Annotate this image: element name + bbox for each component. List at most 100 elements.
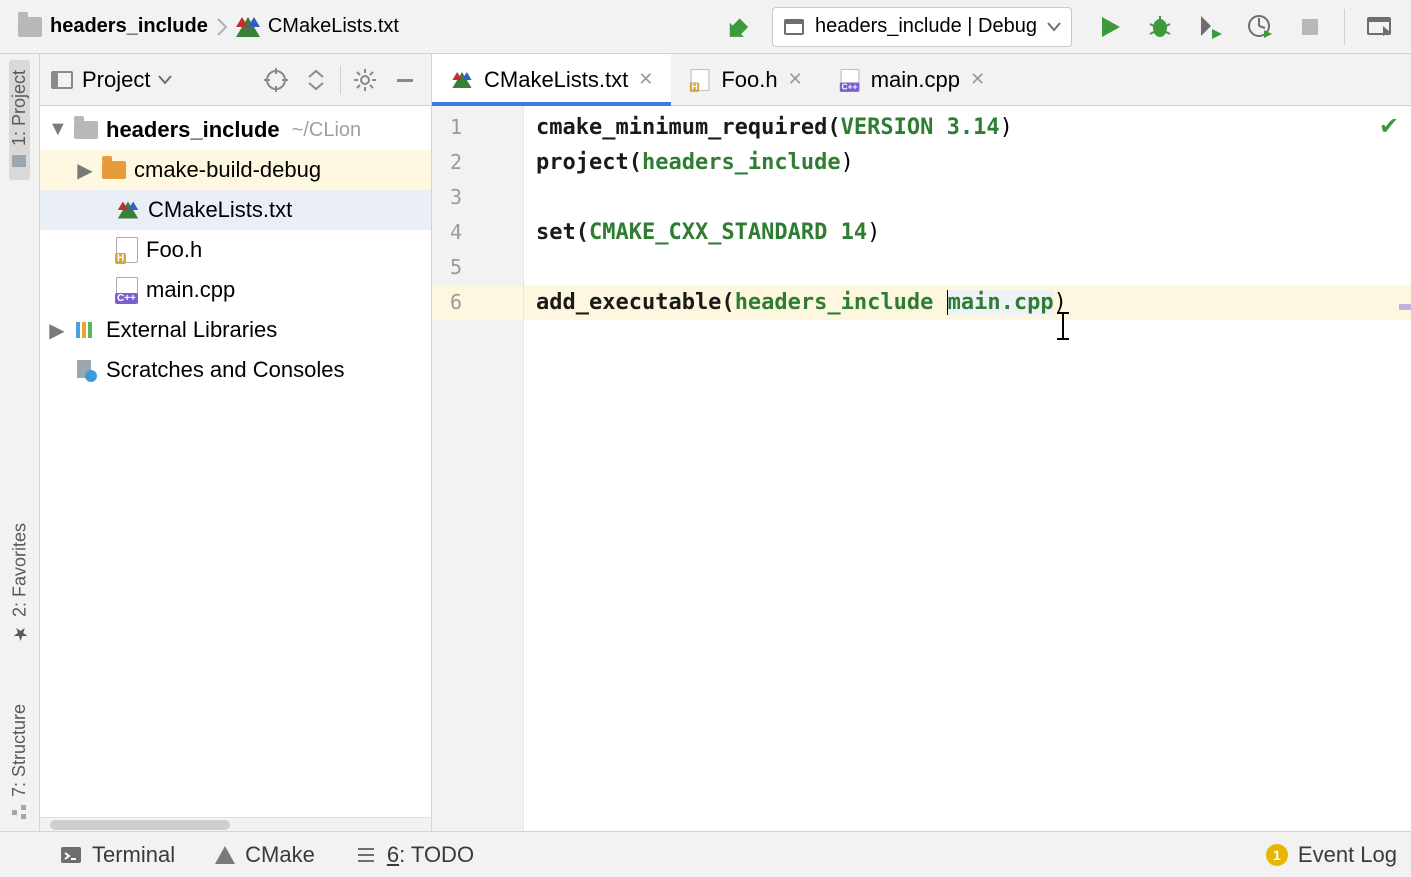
folder-icon [74,121,98,139]
editor-gutter[interactable]: 1 2 3 4 5 6 [432,106,524,831]
code-content[interactable]: cmake_minimum_required(VERSION 3.14) pro… [524,106,1411,831]
line-number: 5 [432,250,523,285]
code-token: VERSION 3.14 [841,115,1000,140]
notification-badge: 1 [1266,844,1288,866]
scrollbar-thumb[interactable] [50,820,230,830]
close-icon[interactable]: ✕ [788,69,803,90]
event-log-button[interactable]: 1 Event Log [1266,842,1397,868]
tree-build-dir[interactable]: ▶ cmake-build-debug [40,150,431,190]
close-icon[interactable]: ✕ [970,69,985,90]
editor-tab-main[interactable]: C++ main.cpp ✕ [821,54,1003,105]
build-button[interactable] [712,5,756,49]
toolbar-divider [1344,9,1345,45]
gear-icon[interactable] [349,64,381,96]
tree-root[interactable]: ▼ headers_include ~/CLion [40,110,431,150]
status-label: Event Log [1298,842,1397,868]
target-icon[interactable] [260,64,292,96]
debug-button[interactable] [1138,5,1182,49]
profile-button[interactable] [1238,5,1282,49]
app-icon [783,16,805,38]
tool-tab-todo[interactable]: 6: TODO [355,842,474,868]
project-tree[interactable]: ▼ headers_include ~/CLion ▶ cmake-build-… [40,106,431,817]
editor-tab-foo[interactable]: H Foo.h ✕ [671,54,820,105]
tree-file-cmakelists[interactable]: CMakeLists.txt [40,190,431,230]
line-number: 2 [432,145,523,180]
tab-label: CMakeLists.txt [484,67,628,93]
project-icon [11,152,29,170]
tree-scratches[interactable]: Scratches and Consoles [40,350,431,390]
tool-tab-label: 1: Project [9,70,30,146]
tool-tab-project[interactable]: 1: Project [9,60,30,180]
expand-arrow-icon[interactable]: ▶ [76,158,94,183]
chevron-down-icon[interactable] [158,75,172,85]
run-config-select[interactable]: headers_include | Debug [772,7,1072,47]
scratch-icon [74,358,98,382]
status-bar: Terminal CMake 6: TODO 1 Event Log [0,831,1411,877]
code-token: cmake_minimum_required( [536,115,841,140]
code-token: add_executable( [536,290,735,315]
tool-tab-label: 7: Structure [9,704,30,797]
chevron-down-icon [1047,22,1061,32]
library-icon [74,318,98,342]
status-label: Terminal [92,842,175,868]
line-number: 3 [432,180,523,215]
cpp-file-icon: C++ [116,277,138,303]
code-token: set( [536,220,589,245]
code-token: ) [867,220,880,245]
run-button[interactable] [1088,5,1132,49]
code-token [933,290,946,315]
structure-icon [11,803,29,821]
chevron-right-icon [216,17,228,37]
expand-arrow-icon[interactable]: ▶ [48,318,66,343]
header-file-icon: H [691,68,710,90]
editor-area: CMakeLists.txt ✕ H Foo.h ✕ C++ main.cpp … [432,54,1411,831]
project-view-icon [50,68,74,92]
error-stripe-marker[interactable] [1399,304,1411,310]
cmake-icon [118,202,138,219]
tool-tab-label: 2: Favorites [9,523,30,617]
editor-body[interactable]: 1 2 3 4 5 6 cmake_minimum_required(VERSI… [432,106,1411,831]
cmake-icon [215,846,235,864]
tree-file-foo[interactable]: H Foo.h [40,230,431,270]
tree-node-label: headers_include [106,117,280,143]
inspection-ok-icon[interactable]: ✔ [1379,112,1399,141]
folder-icon [102,161,126,179]
coverage-button[interactable] [1188,5,1232,49]
tool-tab-cmake[interactable]: CMake [215,842,315,868]
project-panel-header: Project [40,54,431,106]
breadcrumb[interactable]: headers_include CMakeLists.txt [18,15,399,38]
tree-node-label: External Libraries [106,317,277,343]
tool-tab-favorites[interactable]: ★ 2: Favorites [9,513,31,654]
tree-node-path: ~/CLion [292,119,362,142]
search-everywhere-button[interactable] [1357,5,1401,49]
expand-arrow-icon[interactable]: ▼ [48,118,66,141]
top-toolbar: headers_include CMakeLists.txt headers_i… [0,0,1411,54]
cmake-icon [236,17,260,37]
stop-button[interactable] [1288,5,1332,49]
tree-node-label: main.cpp [146,277,235,303]
tree-external-libs[interactable]: ▶ External Libraries [40,310,431,350]
tab-label: main.cpp [871,67,960,93]
code-token: headers_include [642,150,841,175]
tab-label: Foo.h [721,67,777,93]
line-number: 6 [432,285,523,320]
close-icon[interactable]: ✕ [638,69,653,90]
status-label: 6: TODO [387,842,474,868]
expand-all-icon[interactable] [300,64,332,96]
tool-tab-structure[interactable]: 7: Structure [9,694,30,831]
tree-node-label: Foo.h [146,237,202,263]
project-panel-title[interactable]: Project [82,67,150,93]
line-number: 1 [432,110,523,145]
tree-file-main[interactable]: C++ main.cpp [40,270,431,310]
editor-tab-cmakelists[interactable]: CMakeLists.txt ✕ [432,54,671,105]
tool-tab-terminal[interactable]: Terminal [60,842,175,868]
tree-node-label: Scratches and Consoles [106,357,344,383]
code-token: project( [536,150,642,175]
cmake-icon [452,72,471,88]
breadcrumb-project: headers_include [50,15,208,38]
cpp-file-icon: C++ [840,68,859,90]
code-token: headers_include [735,290,934,315]
tree-h-scrollbar[interactable] [40,817,431,831]
terminal-icon [60,844,82,866]
hide-panel-icon[interactable] [389,64,421,96]
